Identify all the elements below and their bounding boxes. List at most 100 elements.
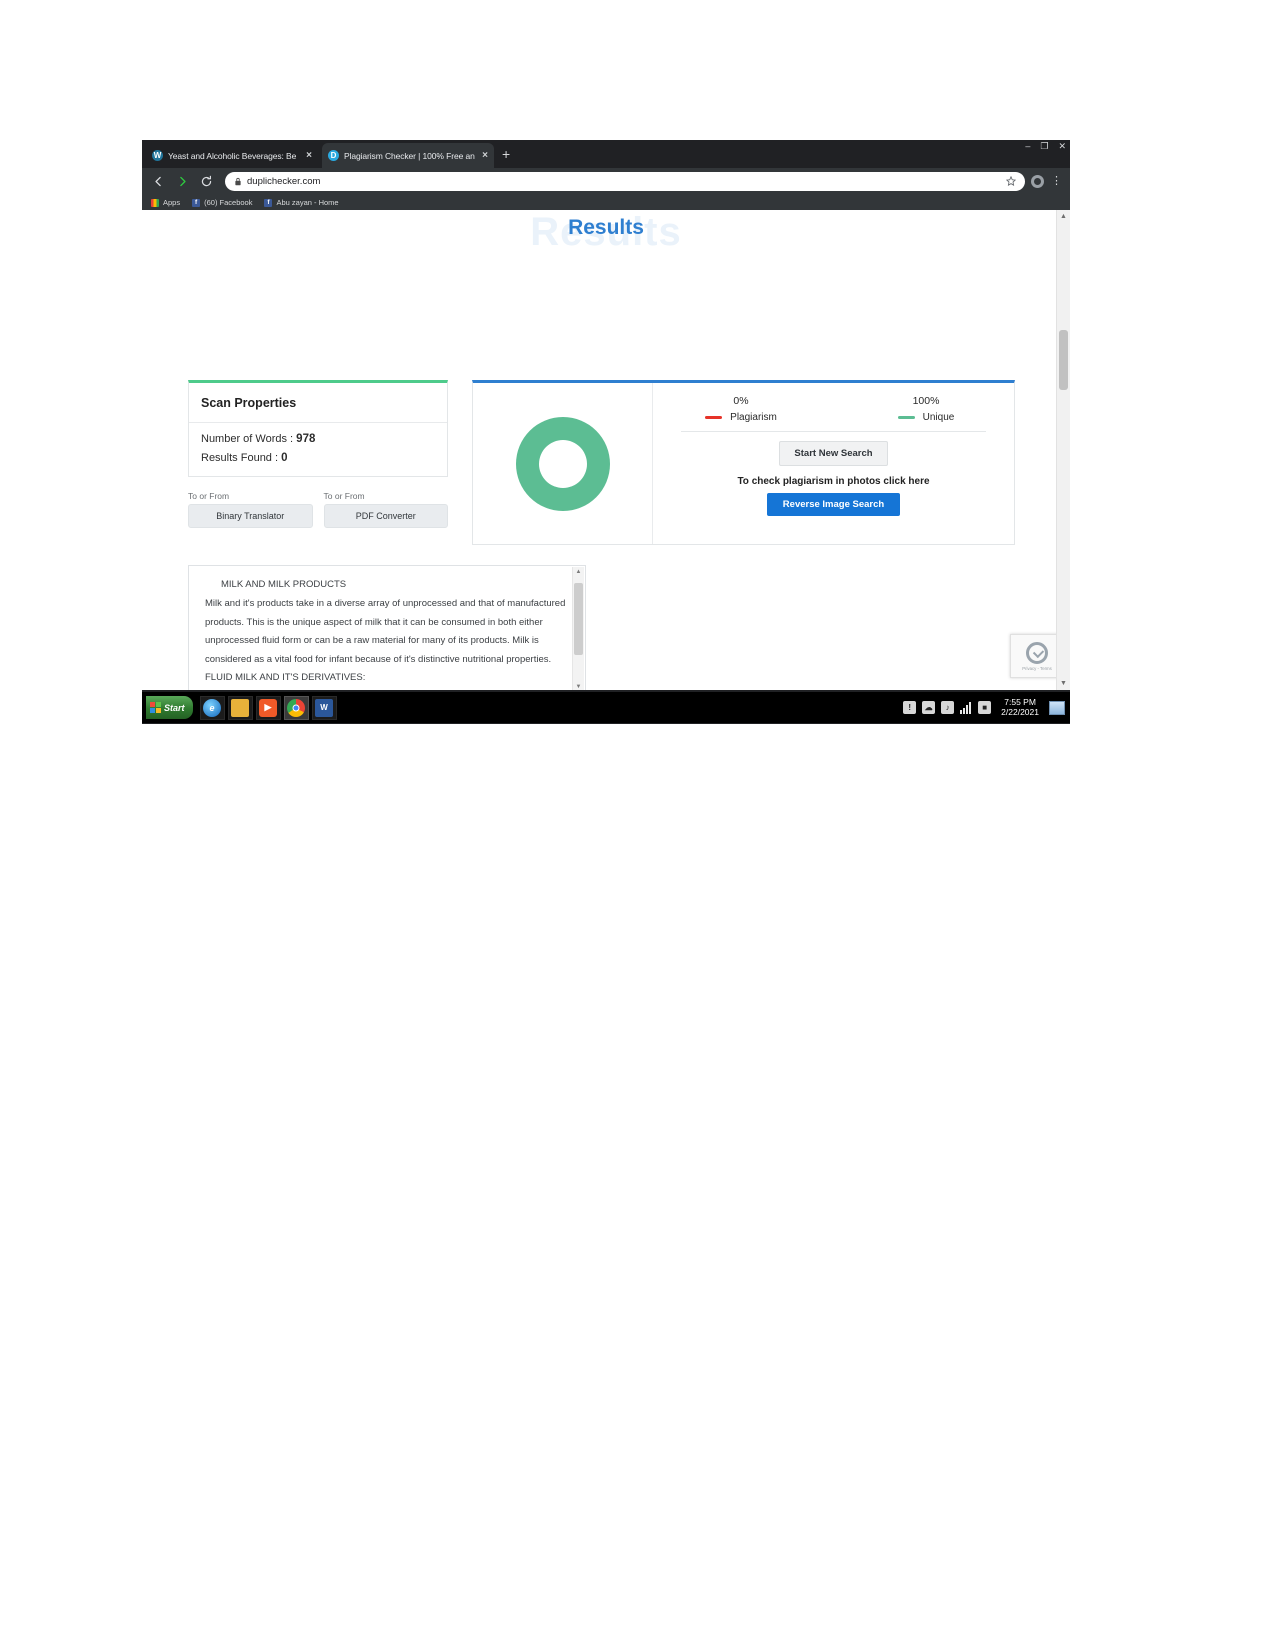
scan-properties-heading: Scan Properties [189,383,447,423]
bookmark-label: (60) Facebook [204,198,253,207]
scrollbar-thumb[interactable] [574,583,583,655]
close-icon[interactable]: × [306,150,312,161]
screenshot-canvas: W Yeast and Alcoholic Beverages: Be × D … [0,0,1275,1651]
number-of-words-value: 978 [296,433,316,445]
maximize-button[interactable]: ❐ [1040,142,1048,151]
tab-title: Yeast and Alcoholic Beverages: Be [168,150,297,161]
clock-date: 2/22/2021 [1001,706,1039,717]
tray-volume-icon[interactable]: ♪ [941,701,955,714]
tray-action-center-icon[interactable]: ! [903,701,917,714]
tab-plagiarism-checker[interactable]: D Plagiarism Checker | 100% Free an × [322,143,494,168]
taskbar-internet-explorer-button[interactable]: e [199,695,225,720]
binary-translator-group: To or From Binary Translator [188,491,313,528]
legend-plagiarism: 0% Plagiarism [681,395,801,423]
internet-explorer-icon: e [203,698,222,717]
lock-icon [234,177,242,186]
new-tab-button[interactable]: + [502,147,510,161]
page-scrollbar[interactable]: ▲ ▼ [1056,210,1070,690]
bookmark-label: Apps [163,198,181,207]
back-arrow-icon[interactable] [150,173,167,190]
textbox-scrollbar[interactable]: ▲ ▼ [572,567,584,690]
results-actions: Start New Search To check plagiarism in … [681,432,986,534]
plagiarism-percent: 0% [733,395,749,407]
bookmark-label: Abu zayan - Home [276,198,339,207]
reverse-image-search-button[interactable]: Reverse Image Search [766,493,901,516]
scroll-up-icon[interactable]: ▲ [573,567,584,578]
close-window-button[interactable]: ✕ [1058,142,1066,151]
facebook-icon: f [264,198,273,207]
start-label: Start [164,702,185,713]
plagiarism-legend-name: Plagiarism [681,412,801,423]
facebook-icon: f [192,198,201,207]
bookmark-abu-zayan-home[interactable]: f Abu zayan - Home [264,198,339,207]
bookmark-apps[interactable]: Apps [151,198,180,207]
document-paragraph: Milk and it's products take in a diverse… [205,598,566,665]
page-title: Results [568,216,644,239]
tray-battery-icon[interactable]: ■ [978,701,992,714]
taskbar-chrome-button[interactable] [283,695,309,720]
plagiarism-color-swatch [705,416,723,419]
start-button[interactable]: Start [146,696,193,719]
bookmarks-bar: Apps f (60) Facebook f Abu zayan - Home [142,195,1070,210]
reload-icon[interactable] [198,173,215,190]
results-found-label: Results Found : [201,452,282,464]
taskbar-folder-button[interactable] [227,695,253,720]
page-scroll-down-icon[interactable]: ▼ [1057,677,1070,690]
address-bar[interactable]: duplichecker.com [225,172,1025,191]
page-viewport: Results Results Scan Properties Number o… [142,210,1070,690]
unique-legend-name: Unique [866,412,986,423]
show-desktop-button[interactable] [1049,700,1065,715]
tab-strip: W Yeast and Alcoholic Beverages: Be × D … [142,140,1070,168]
results-found-value: 0 [281,452,288,464]
profile-icon[interactable] [1031,175,1044,188]
scroll-down-icon[interactable]: ▼ [573,682,584,690]
taskbar-word-button[interactable]: W [311,695,337,720]
to-or-from-label: To or From [188,491,230,501]
pdf-converter-group: To or From PDF Converter [323,491,448,528]
number-of-words-label: Number of Words : [201,433,297,445]
page-scrollbar-thumb[interactable] [1059,330,1068,390]
close-icon[interactable]: × [482,150,488,161]
to-or-from-label: To or From [323,491,365,501]
start-new-search-button[interactable]: Start New Search [779,441,888,466]
unique-color-swatch [897,416,915,419]
pdf-converter-button[interactable]: PDF Converter [323,504,448,528]
minimize-button[interactable]: – [1025,142,1030,151]
results-card: 0% Plagiarism 100% Unique Start New Sear… [472,380,1015,545]
legend-row: 0% Plagiarism 100% Unique [681,395,986,432]
results-found-row: Results Found : 0 [201,452,435,464]
windows-logo-icon [150,702,161,713]
unique-label: Unique [922,412,955,423]
photos-plagiarism-note: To check plagiarism in photos click here [737,476,930,487]
page-scroll-up-icon[interactable]: ▲ [1057,210,1070,223]
apps-grid-icon [151,198,159,207]
chrome-menu-icon[interactable]: ⋮ [1051,176,1062,187]
recaptcha-icon [1026,641,1048,664]
document-subheading: FLUID MILK AND IT'S DERIVATIVES: [205,672,366,683]
taskbar-clock[interactable]: 7:55 PM 2/22/2021 [997,697,1043,718]
forward-arrow-icon[interactable] [174,173,191,190]
media-player-icon: ▶ [259,698,278,717]
window-controls: – ❐ ✕ [1025,142,1066,151]
bookmark-facebook[interactable]: f (60) Facebook [192,198,252,207]
binary-translator-button[interactable]: Binary Translator [188,504,313,528]
taskbar-media-player-button[interactable]: ▶ [255,695,281,720]
wordpress-icon: W [152,150,163,161]
tray-network-icon[interactable]: ☁ [922,701,936,714]
chrome-icon [287,698,306,717]
plagiarism-donut-chart [515,416,610,511]
document-text-content: MILK AND MILK PRODUCTS Milk and it's pro… [189,566,585,690]
url-text: duplichecker.com [247,176,321,187]
unique-percent: 100% [912,395,940,407]
recaptcha-privacy-terms[interactable]: Privacy - Terms [1022,666,1052,671]
tray-signal-icon[interactable] [960,701,972,714]
plagiarism-label: Plagiarism [730,412,777,423]
duplichecker-icon: D [328,150,339,161]
number-of-words-row: Number of Words : 978 [201,433,435,445]
tab-yeast-alcoholic-beverages[interactable]: W Yeast and Alcoholic Beverages: Be × [146,143,318,168]
folder-icon [231,698,250,717]
browser-toolbar: duplichecker.com ⋮ [142,168,1070,195]
scan-properties-body: Number of Words : 978 Results Found : 0 [189,423,447,476]
document-text-box[interactable]: MILK AND MILK PRODUCTS Milk and it's pro… [188,565,586,690]
star-icon[interactable] [1005,173,1017,191]
